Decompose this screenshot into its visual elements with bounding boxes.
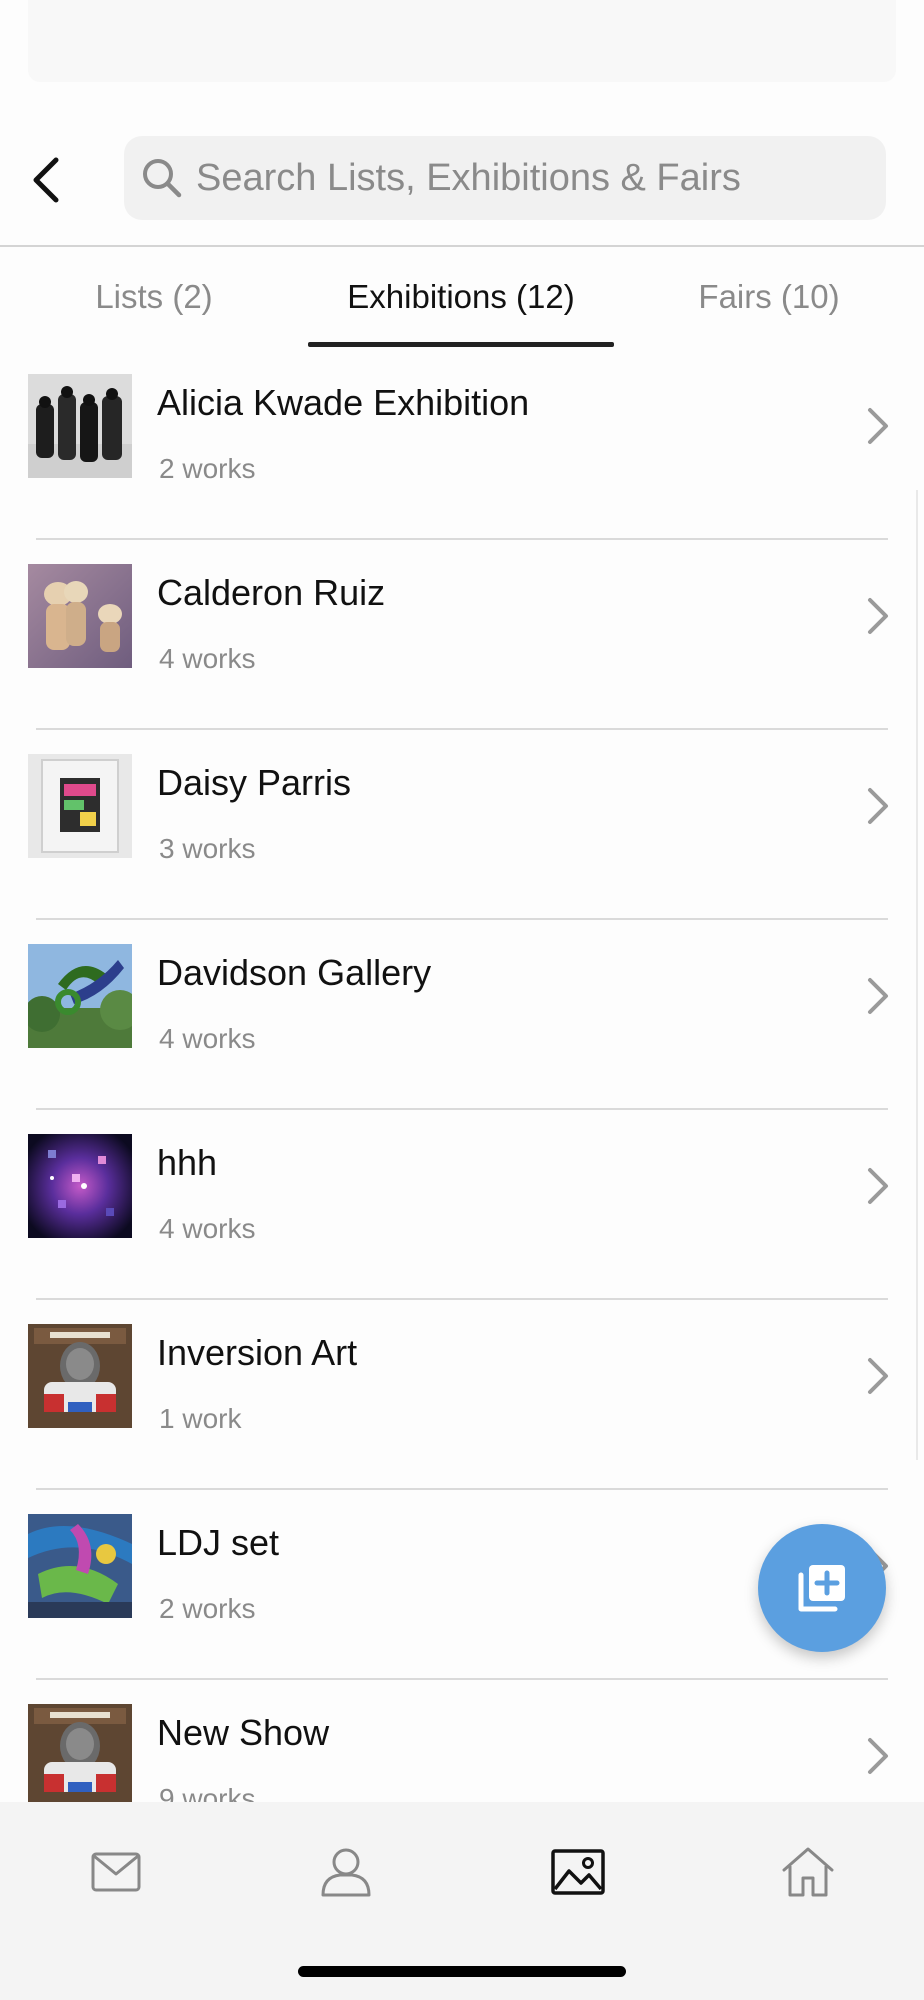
mail-icon: [91, 1852, 141, 1892]
exhibition-title: Calderon Ruiz: [157, 572, 386, 613]
list-item[interactable]: Daisy Parris 3 works: [0, 730, 924, 920]
chevron-left-icon: [33, 157, 59, 203]
search-bar[interactable]: [124, 136, 886, 220]
work-count: 3 works: [159, 833, 256, 864]
exhibition-title: Daisy Parris: [157, 762, 352, 803]
exhibition-title: hhh: [157, 1142, 218, 1183]
work-count: 9 works: [159, 1783, 256, 1802]
home-indicator[interactable]: [298, 1966, 626, 1977]
chevron-right-icon: [868, 1738, 888, 1774]
artwork-thumbnail: [28, 1704, 132, 1802]
artwork-thumbnail: [28, 944, 132, 1048]
work-count: 2 works: [159, 453, 256, 484]
work-count: 2 works: [159, 1593, 256, 1624]
list-item[interactable]: Davidson Gallery 4 works: [0, 920, 924, 1110]
add-to-collection-button[interactable]: [758, 1524, 886, 1652]
exhibition-title: New Show: [157, 1712, 330, 1753]
list-item[interactable]: hhh 4 works: [0, 1110, 924, 1300]
exhibition-title: Inversion Art: [157, 1332, 358, 1373]
nav-home[interactable]: [758, 1832, 858, 1912]
home-icon: [782, 1847, 834, 1897]
image-icon: [551, 1849, 605, 1895]
profile-icon: [321, 1848, 371, 1897]
work-count: 1 work: [159, 1403, 242, 1434]
work-count: 4 works: [159, 643, 256, 674]
work-count: 4 works: [159, 1213, 256, 1244]
artwork-thumbnail: [28, 564, 132, 668]
list-item[interactable]: Alicia Kwade Exhibition 2 works: [0, 350, 924, 540]
nav-mail[interactable]: [66, 1832, 166, 1912]
exhibition-title: Davidson Gallery: [157, 952, 432, 993]
chevron-right-icon: [868, 408, 888, 444]
chevron-right-icon: [868, 598, 888, 634]
tab-fairs[interactable]: Fairs (10): [614, 247, 924, 347]
add-to-collection-icon: [798, 1565, 845, 1612]
artwork-thumbnail: [28, 1514, 132, 1618]
search-input[interactable]: [196, 156, 856, 200]
header: [0, 120, 924, 247]
artwork-thumbnail: [28, 1134, 132, 1238]
artwork-thumbnail: [28, 374, 132, 478]
list-item[interactable]: Calderon Ruiz 4 works: [0, 540, 924, 730]
exhibition-title: Alicia Kwade Exhibition: [157, 382, 530, 423]
chevron-right-icon: [868, 978, 888, 1014]
scrollbar[interactable]: [916, 490, 918, 1460]
tab-exhibitions[interactable]: Exhibitions (12): [308, 247, 614, 347]
tab-bar: Lists (2) Exhibitions (12) Fairs (10): [0, 247, 924, 347]
chevron-right-icon: [868, 788, 888, 824]
search-icon: [140, 156, 184, 200]
active-tab-indicator: [308, 342, 614, 347]
chevron-right-icon: [868, 1358, 888, 1394]
list-item[interactable]: New Show 9 works: [0, 1680, 924, 1802]
nav-images[interactable]: [528, 1832, 628, 1912]
screen: Lists (2) Exhibitions (12) Fairs (10): [0, 0, 924, 2000]
tab-lists[interactable]: Lists (2): [0, 247, 308, 347]
list-item[interactable]: Inversion Art 1 work: [0, 1300, 924, 1490]
work-count: 4 works: [159, 1023, 256, 1054]
chevron-right-icon: [868, 1168, 888, 1204]
exhibition-title: LDJ set: [157, 1522, 280, 1563]
nav-profile[interactable]: [296, 1832, 396, 1912]
artwork-thumbnail: [28, 754, 132, 858]
back-button[interactable]: [10, 140, 80, 220]
artwork-thumbnail: [28, 1324, 132, 1428]
top-status-area: [28, 0, 896, 82]
